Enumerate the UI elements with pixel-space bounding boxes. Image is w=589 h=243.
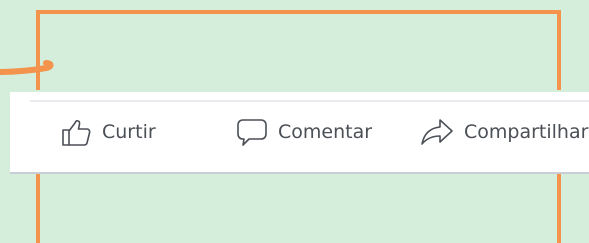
pointer-stroke	[0, 60, 54, 75]
speech-bubble-icon	[236, 117, 268, 147]
share-label: Compartilhar	[464, 121, 589, 143]
frame-top-border	[36, 10, 561, 14]
frame-right-border-lower	[557, 168, 561, 243]
thumbs-up-icon	[60, 117, 92, 147]
share-button[interactable]: Compartilhar	[420, 116, 588, 148]
like-button[interactable]: Curtir	[60, 116, 156, 148]
bar-divider	[30, 100, 589, 102]
comment-label: Comentar	[278, 121, 373, 143]
frame-left-border-lower	[36, 168, 40, 243]
frame-right-border	[557, 10, 561, 90]
post-action-bar: Curtir Comentar Compartilhar	[10, 92, 589, 172]
like-label: Curtir	[102, 121, 156, 143]
share-arrow-icon	[420, 117, 454, 147]
comment-button[interactable]: Comentar	[236, 116, 372, 148]
